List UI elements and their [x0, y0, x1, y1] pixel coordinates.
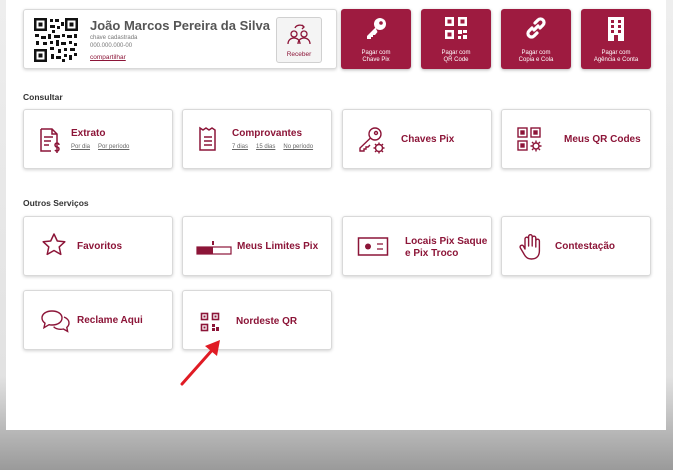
comprovantes-7-dias-link[interactable]: 7 dias	[232, 144, 248, 150]
locais-pix-saque-label: Locais Pix Saque	[405, 236, 488, 247]
receive-label: Receber	[286, 51, 312, 58]
receive-users-icon	[287, 24, 311, 45]
comprovantes-15-dias-link[interactable]: 15 dias	[256, 144, 275, 150]
pay-with-qr-code-button[interactable]: Pagar com QR Code	[421, 9, 491, 69]
key-value: 000.000.000-00	[90, 43, 133, 49]
extrato-tile[interactable]: Extrato Por dia Por período	[23, 109, 173, 169]
qr-small-icon	[200, 312, 220, 332]
pay-line1: Pagar com	[601, 50, 631, 56]
locais-pix-saque-tile[interactable]: Locais Pix Saque e Pix Troco	[342, 216, 492, 276]
pay-line1: Pagar com	[361, 50, 391, 56]
chaves-pix-label: Chaves Pix	[401, 134, 455, 145]
comprovantes-links: 7 dias 15 dias No período	[232, 144, 321, 150]
favoritos-label: Favoritos	[77, 241, 123, 252]
receive-button[interactable]: Receber	[276, 17, 322, 63]
link-icon	[526, 17, 546, 39]
meus-limites-pix-tile[interactable]: Meus Limites Pix	[182, 216, 332, 276]
extrato-label: Extrato	[71, 128, 106, 139]
contestacao-label: Contestação	[555, 241, 616, 252]
meus-qr-codes-tile[interactable]: Meus QR Codes	[501, 109, 651, 169]
pay-line2: QR Code	[443, 57, 469, 63]
key-gear-icon	[359, 127, 385, 154]
nordeste-qr-label: Nordeste QR	[236, 316, 298, 327]
profile-card: João Marcos Pereira da Silva chave cadas…	[23, 9, 337, 69]
comprovantes-tile[interactable]: Comprovantes 7 dias 15 dias No período	[182, 109, 332, 169]
pay-line2: Agência e Conta	[593, 57, 639, 63]
pay-copy-paste-button[interactable]: Pagar com Copia e Cola	[501, 9, 571, 69]
pay-line1: Pagar com	[521, 50, 551, 56]
star-icon	[42, 233, 66, 256]
statement-dollar-icon	[40, 128, 60, 153]
meus-limites-pix-label: Meus Limites Pix	[237, 241, 319, 252]
annotation-arrow	[180, 340, 220, 386]
comprovantes-no-periodo-link[interactable]: No período	[283, 144, 313, 150]
hand-icon	[519, 234, 541, 260]
pix-page: João Marcos Pereira da Silva chave cadas…	[6, 0, 666, 430]
extrato-por-periodo-link[interactable]: Por período	[98, 144, 129, 150]
favoritos-tile[interactable]: Favoritos	[23, 216, 173, 276]
reclame-aqui-label: Reclame Aqui	[77, 315, 143, 326]
meus-qr-codes-label: Meus QR Codes	[564, 134, 641, 145]
contestacao-tile[interactable]: Contestação	[501, 216, 651, 276]
pay-line2: Chave Pix	[362, 57, 390, 63]
share-link[interactable]: compartilhar	[90, 54, 126, 61]
limit-slider-icon	[196, 241, 232, 255]
qr-gear-icon	[517, 127, 542, 152]
locais-pix-troco-label: e Pix Troco	[405, 248, 459, 259]
qr-code-icon	[445, 17, 467, 39]
profile-qr-code	[33, 17, 79, 63]
reclame-aqui-tile[interactable]: Reclame Aqui	[23, 290, 173, 350]
key-icon	[367, 18, 386, 39]
speech-bubbles-icon	[41, 310, 70, 333]
comprovantes-label: Comprovantes	[232, 128, 303, 139]
pay-line2: Copia e Cola	[518, 57, 554, 63]
key-label: chave cadastrada	[90, 35, 138, 41]
building-icon	[608, 17, 624, 41]
user-name: João Marcos Pereira da Silva	[90, 18, 270, 33]
pay-with-pix-key-button[interactable]: Pagar com Chave Pix	[341, 9, 411, 69]
pay-branch-account-button[interactable]: Pagar com Agência e Conta	[581, 9, 651, 69]
cash-bill-icon	[357, 237, 389, 256]
receipt-icon	[199, 126, 216, 151]
section-title-outros-servicos: Outros Serviços	[23, 198, 89, 208]
chaves-pix-tile[interactable]: Chaves Pix	[342, 109, 492, 169]
section-title-consultar: Consultar	[23, 92, 63, 102]
pay-line1: Pagar com	[441, 50, 471, 56]
extrato-links: Por dia Por período	[71, 144, 137, 150]
extrato-por-dia-link[interactable]: Por dia	[71, 144, 90, 150]
